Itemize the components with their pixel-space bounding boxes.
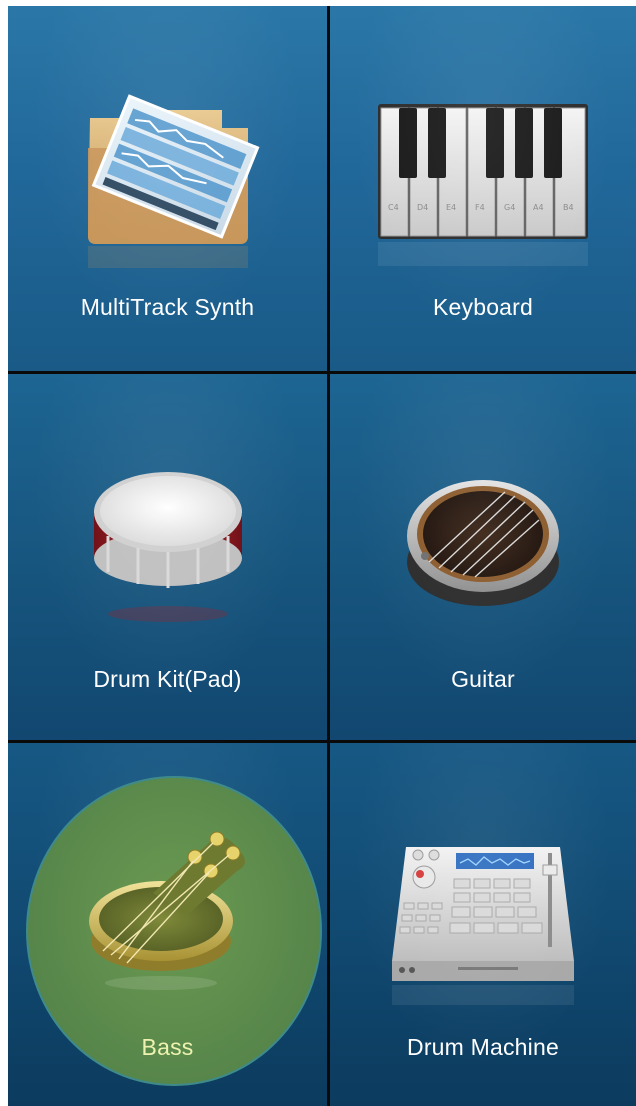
instrument-label: Keyboard [432,294,534,320]
keyboard-icon: C4 D4 E4 F4 G4 A4 B4 [368,104,598,279]
instrument-tile-drum-kit[interactable]: Drum Kit(Pad) [8,374,327,740]
key-label: B4 [563,203,574,212]
key-label: A4 [533,203,544,212]
instrument-label: Guitar [451,666,515,692]
instrument-label: Bass [141,1034,194,1060]
instrument-tile-bass[interactable]: Bass [8,743,327,1106]
instrument-tile-multitrack-synth[interactable]: MultiTrack Synth [8,6,327,371]
key-label: G4 [504,203,515,212]
key-label: F4 [475,203,485,212]
drum-kit-icon [88,464,248,634]
instrument-label: MultiTrack Synth [80,294,255,320]
key-label: D4 [417,203,428,212]
instrument-menu: MultiTrack Synth C4 D4 E4 F4 G4 A4 B4 Ke… [8,6,636,1106]
multitrack-synth-icon [72,88,264,278]
instrument-grid: MultiTrack Synth C4 D4 E4 F4 G4 A4 B4 Ke… [8,6,636,1106]
instrument-tile-keyboard[interactable]: C4 D4 E4 F4 G4 A4 B4 Keyboard [330,6,636,371]
instrument-label: Drum Machine [407,1034,559,1060]
instrument-label: Drum Kit(Pad) [93,666,242,692]
key-label: C4 [388,203,399,212]
guitar-icon [403,474,563,629]
key-label: E4 [446,203,456,212]
instrument-tile-guitar[interactable]: Guitar [330,374,636,740]
drum-machine-icon [388,843,578,1028]
instrument-tile-drum-machine[interactable]: Drum Machine [330,743,636,1106]
bass-icon [83,823,253,998]
